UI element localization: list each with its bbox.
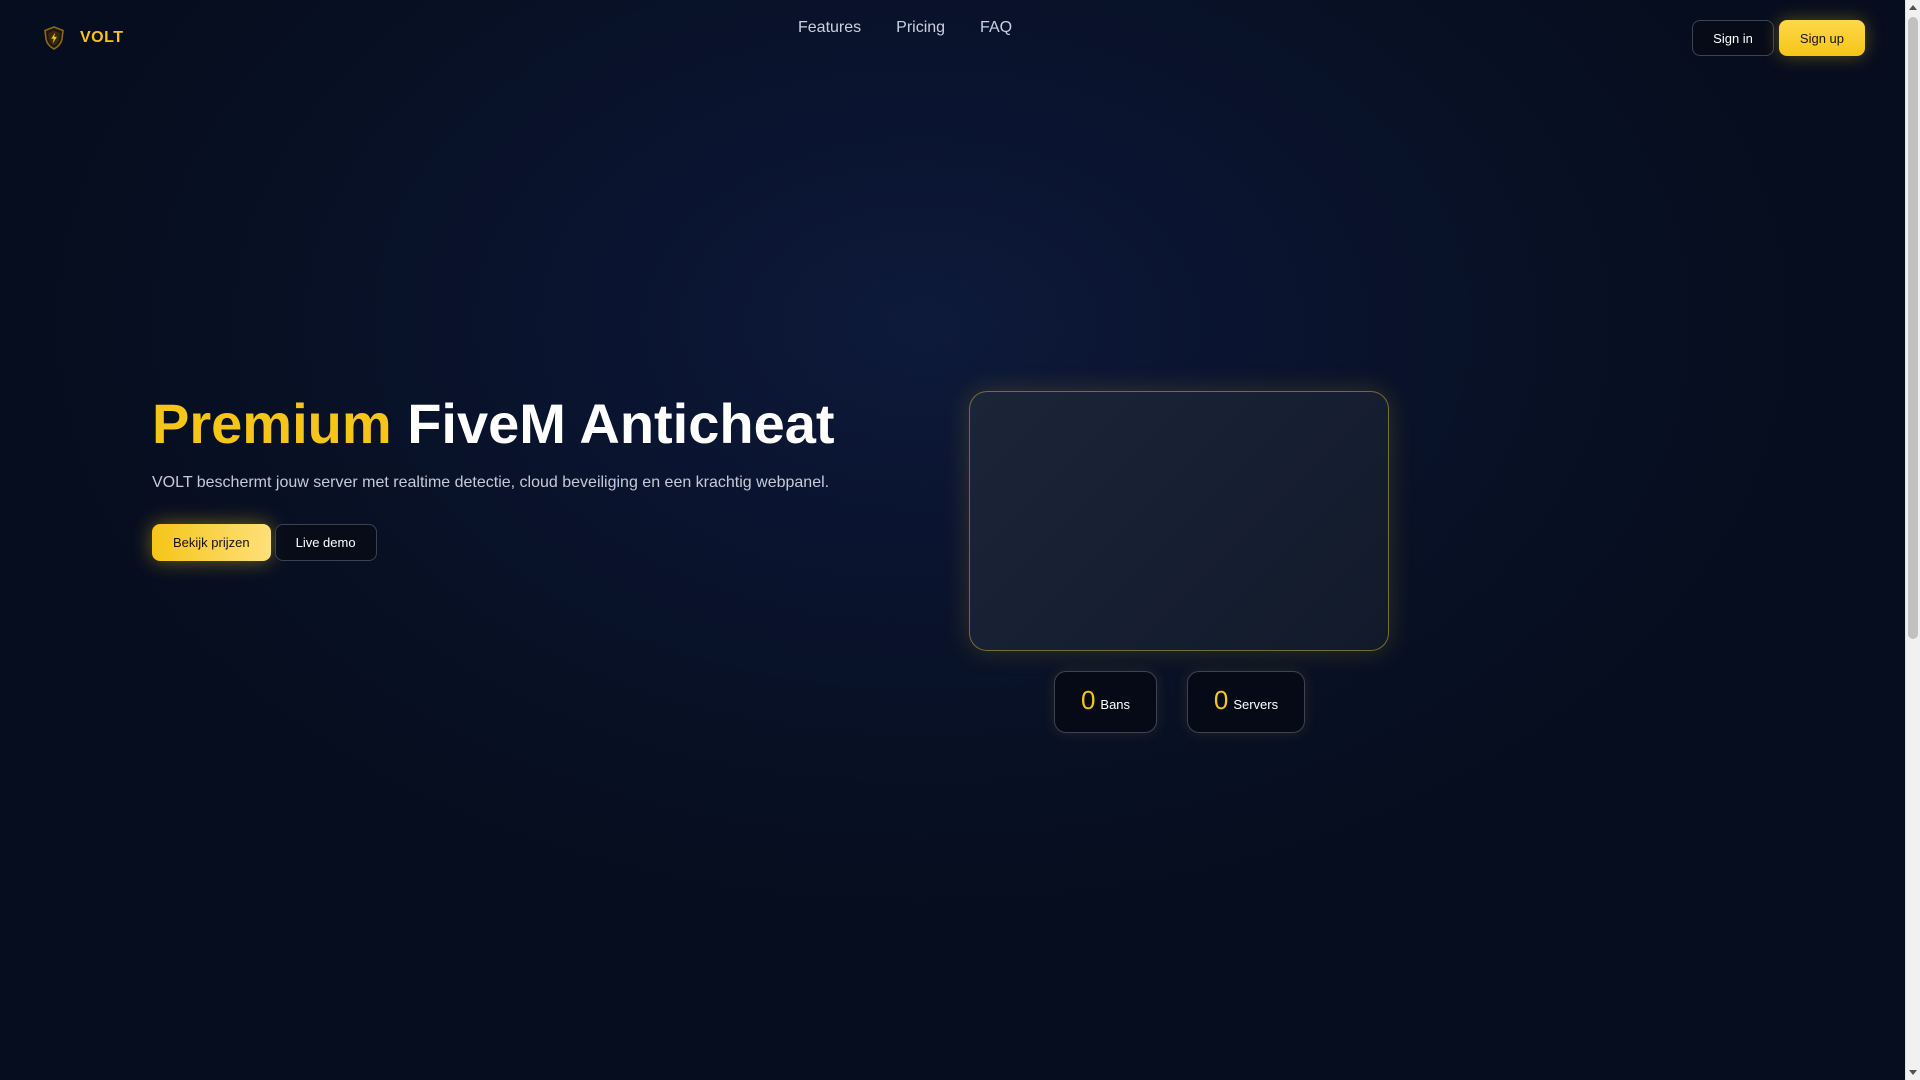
landing-page: VOLT Features Pricing FAQ Sign in Sign u… <box>0 0 1905 1080</box>
hero-title-accent: Premium <box>152 392 392 455</box>
bans-count: 0 <box>1080 685 1096 715</box>
stat-servers: 0 Servers <box>1187 671 1305 733</box>
hero-title: Premium FiveM Anticheat <box>152 390 835 458</box>
servers-count: 0 <box>1213 685 1229 715</box>
stat-bans: 0 Bans <box>1054 671 1157 733</box>
live-demo-button[interactable]: Live demo <box>274 524 377 561</box>
bans-label: Bans <box>1100 697 1131 712</box>
vertical-scrollbar[interactable] <box>1905 0 1920 1080</box>
scroll-up-icon[interactable] <box>1909 5 1917 10</box>
servers-label: Servers <box>1233 697 1279 712</box>
nav-faq[interactable]: FAQ <box>980 19 1012 37</box>
scroll-down-icon[interactable] <box>1909 1070 1917 1075</box>
sign-in-button[interactable]: Sign in <box>1692 20 1774 56</box>
view-pricing-button[interactable]: Bekijk prijzen <box>152 524 271 561</box>
nav-pricing[interactable]: Pricing <box>896 19 945 37</box>
brand-name: VOLT <box>80 29 124 46</box>
hero-title-rest: FiveM Anticheat <box>407 392 835 455</box>
shield-bolt-icon <box>40 24 68 52</box>
preview-card <box>969 391 1389 651</box>
nav-features[interactable]: Features <box>798 19 861 37</box>
sign-up-button[interactable]: Sign up <box>1778 20 1865 56</box>
auth-buttons: Sign in Sign up <box>1692 20 1865 56</box>
brand[interactable]: VOLT <box>40 24 123 52</box>
hero-actions: Bekijk prijzen Live demo <box>152 524 377 561</box>
scroll-thumb[interactable] <box>1908 17 1918 639</box>
main-nav: Features Pricing FAQ <box>798 19 1012 37</box>
hero-subtitle: VOLT beschermt jouw server met realtime … <box>152 474 830 491</box>
